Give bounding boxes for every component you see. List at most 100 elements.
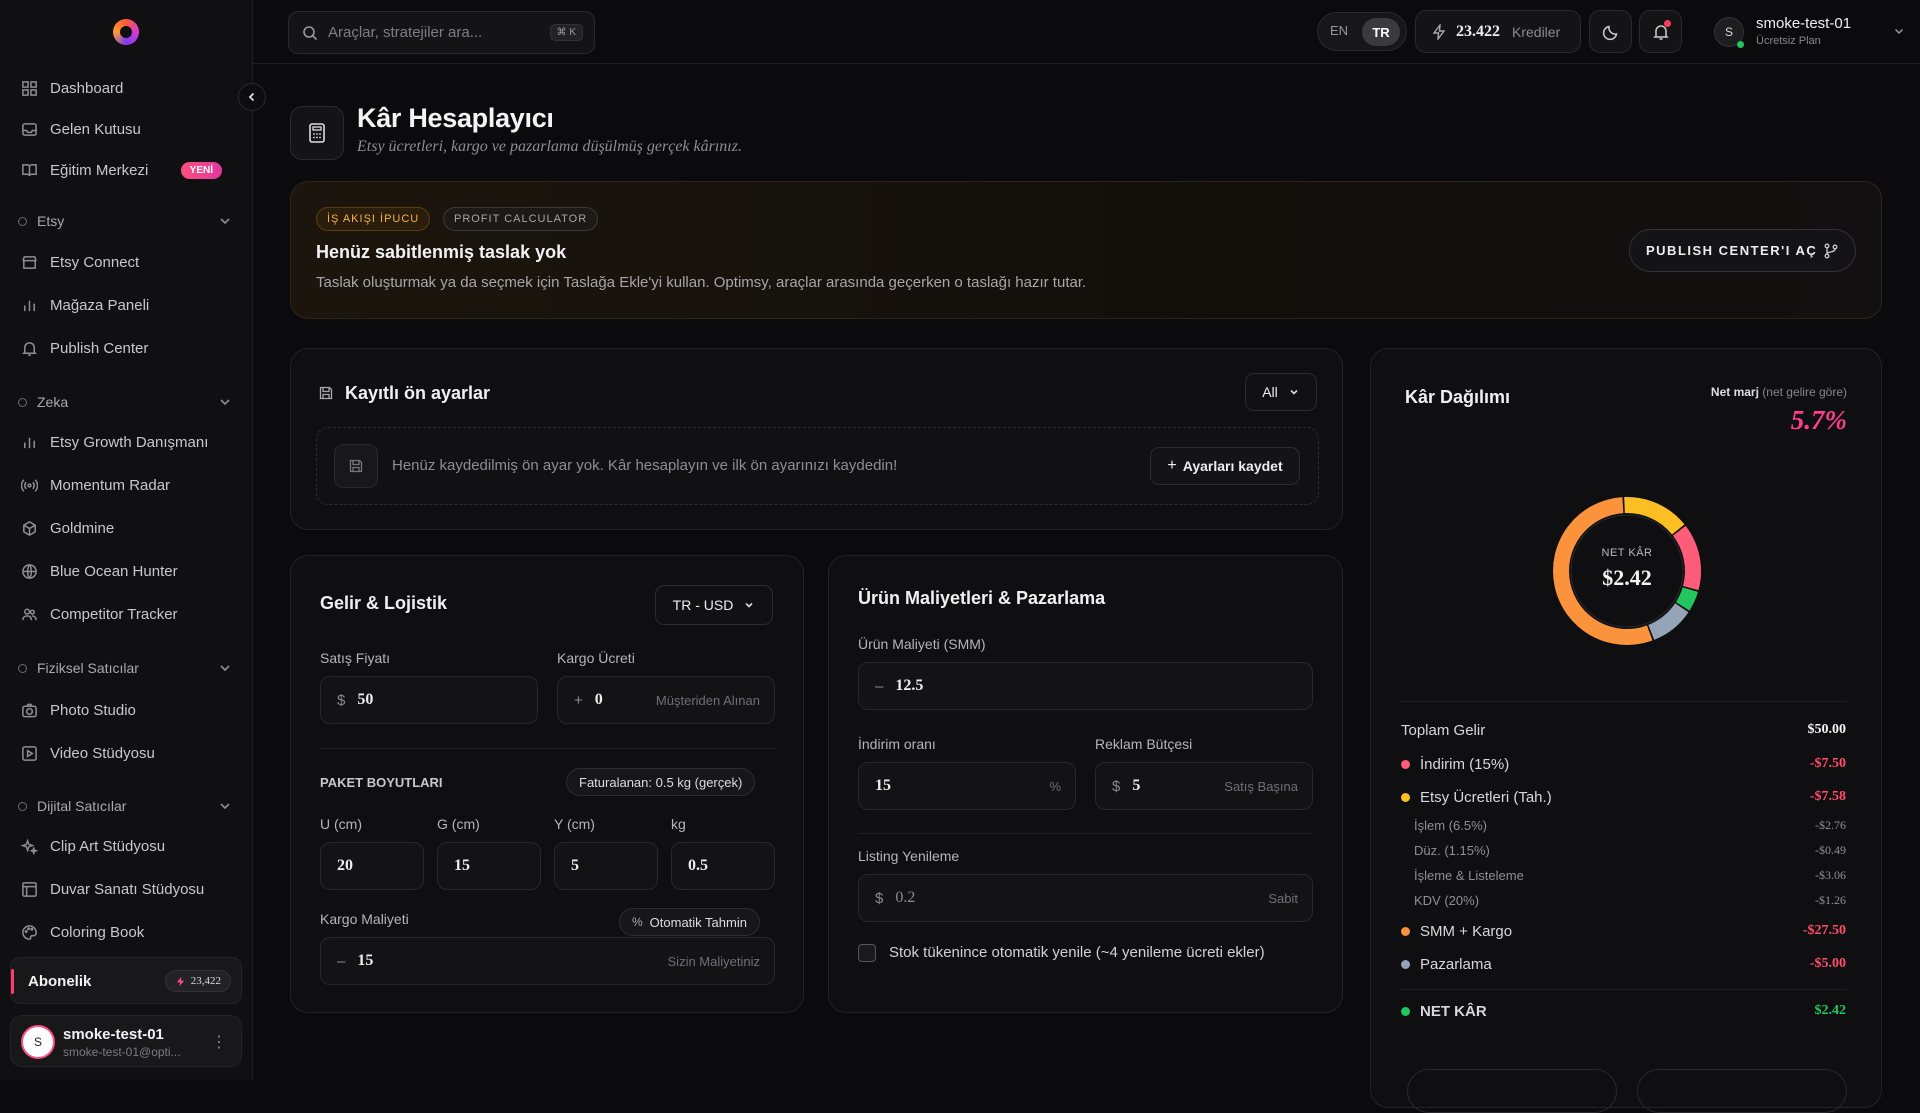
shipping-fee-input[interactable]: + 0 Müşteriden Alınan [557, 676, 775, 724]
region-select[interactable]: TR - USD [655, 585, 773, 625]
sidebar-item-label: Dashboard [50, 79, 124, 97]
action-button[interactable] [1407, 1069, 1617, 1113]
field-label: Kargo Ücreti [557, 650, 635, 666]
billed-weight-badge: Faturalanan: 0.5 kg (gerçek) [566, 768, 756, 796]
tool-tag: PROFIT CALCULATOR [443, 207, 599, 231]
user-menu[interactable]: S smoke-test-01 Ücretsiz Plan [1714, 10, 1914, 54]
chevron-down-icon [1894, 28, 1904, 35]
listing-renewal-input[interactable]: $ 0.2 Sabit [858, 874, 1313, 922]
lightning-icon [1432, 23, 1446, 40]
search-icon [303, 25, 318, 40]
divider [1401, 989, 1846, 990]
field-label: Listing Yenileme [858, 848, 960, 864]
sidebar-item-dashboard[interactable]: Dashboard [10, 71, 242, 105]
radar-icon [20, 476, 38, 494]
subrow-label: İşleme & Listeleme [1414, 868, 1524, 883]
bar-chart-icon [20, 433, 38, 451]
new-badge: YENİ [180, 161, 222, 179]
save-preset-button[interactable]: + Ayarları kaydet [1150, 447, 1300, 485]
length-input[interactable]: 20 [320, 842, 424, 890]
sidebar-item-coloring-book[interactable]: Coloring Book [10, 915, 242, 949]
sidebar-item-label: Etsy Growth Danışmanı [50, 433, 209, 451]
card-title: Ürün Maliyetleri & Pazarlama [858, 588, 1106, 608]
input-value: 5 [571, 857, 579, 874]
action-button[interactable] [1637, 1069, 1847, 1113]
sidebar-user-card[interactable]: S smoke-test-01 smoke-test-01@opti... ⋮ [10, 1015, 242, 1067]
sidebar-item-label: Duvar Sanatı Stüdyosu [50, 880, 205, 898]
lang-tr-option[interactable]: TR [1362, 18, 1400, 46]
inbox-icon [20, 120, 38, 138]
sale-price-input[interactable]: $ 50 [320, 676, 538, 724]
sidebar-item-store-panel[interactable]: Mağaza Paneli [10, 288, 242, 322]
search-input[interactable]: Araçlar, stratejiler ara... ⌘ K [288, 11, 595, 54]
legend-dot [1401, 759, 1410, 769]
input-suffix: % [1049, 778, 1061, 794]
sidebar-item-competitor-tracker[interactable]: Competitor Tracker [10, 597, 242, 631]
auto-estimate-button[interactable]: % Otomatik Tahmin [619, 908, 760, 936]
sidebar-item-etsy-connect[interactable]: Etsy Connect [10, 245, 242, 279]
section-dot-icon [18, 663, 27, 673]
section-physical-sellers[interactable]: Fiziksel Satıcılar [18, 656, 233, 680]
weight-input[interactable]: 0.5 [671, 842, 775, 890]
sidebar-item-wall-art-studio[interactable]: Duvar Sanatı Stüdyosu [10, 872, 242, 906]
preset-filter-select[interactable]: All [1245, 373, 1317, 411]
sidebar-item-label: Eğitim Merkezi [50, 161, 149, 179]
open-publish-center-button[interactable]: PUBLISH CENTER'I AÇ [1629, 229, 1856, 272]
sidebar-item-label: Video Stüdyosu [50, 744, 155, 762]
app-logo[interactable] [113, 19, 139, 45]
section-etsy[interactable]: Etsy [18, 209, 233, 233]
sidebar-item-label: Etsy Connect [50, 253, 140, 271]
ad-budget-input[interactable]: $ 5 Satış Başına [1095, 762, 1313, 810]
sidebar-item-label: Photo Studio [50, 701, 136, 719]
tip-title: Henüz sabitlenmiş taslak yok [316, 242, 567, 262]
bar-chart-icon [20, 296, 38, 314]
row-value: -$7.50 [1809, 756, 1846, 771]
section-digital-sellers[interactable]: Dijital Satıcılar [18, 794, 233, 818]
sidebar-item-photo-studio[interactable]: Photo Studio [10, 693, 242, 727]
section-label: Dijital Satıcılar [37, 798, 127, 814]
user-email: smoke-test-01@opti... [63, 1045, 181, 1059]
chevron-down-icon [220, 665, 230, 672]
credits-display[interactable]: 23.422 Krediler [1415, 10, 1581, 53]
sidebar-item-education[interactable]: Eğitim Merkezi YENİ [10, 153, 242, 187]
legend-dot [1401, 792, 1410, 802]
percent-icon: % [632, 915, 643, 929]
section-label: Fiziksel Satıcılar [37, 660, 139, 676]
row-label: Pazarlama [1420, 955, 1492, 973]
row-value: -$27.50 [1802, 923, 1846, 938]
sidebar-item-blue-ocean-hunter[interactable]: Blue Ocean Hunter [10, 554, 242, 588]
theme-toggle-button[interactable] [1589, 10, 1632, 53]
lang-en-option[interactable]: EN [1330, 23, 1348, 38]
width-input[interactable]: 15 [437, 842, 541, 890]
sidebar-item-momentum-radar[interactable]: Momentum Radar [10, 468, 242, 502]
subrow-label: İşlem (6.5%) [1414, 818, 1487, 833]
sidebar-item-video-studio[interactable]: Video Stüdyosu [10, 736, 242, 770]
divider [1401, 701, 1846, 702]
marketing-row: Pazarlama -$5.00 [1401, 953, 1846, 975]
plus-prefix: + [574, 691, 583, 709]
revenue-logistics-card: Gelir & Lojistik TR - USD Satış Fiyatı $… [290, 555, 804, 1013]
globe-icon [20, 562, 38, 580]
height-input[interactable]: 5 [554, 842, 658, 890]
sidebar-item-growth-advisor[interactable]: Etsy Growth Danışmanı [10, 425, 242, 459]
collapse-sidebar-button[interactable] [238, 83, 266, 111]
input-value: 20 [337, 857, 353, 874]
section-zeka[interactable]: Zeka [18, 390, 233, 414]
sidebar-item-clip-art-studio[interactable]: Clip Art Stüdyosu [10, 829, 242, 863]
more-options-icon[interactable]: ⋮ [211, 1032, 227, 1052]
sidebar-item-publish-center[interactable]: Publish Center [10, 331, 242, 365]
notifications-button[interactable] [1639, 10, 1682, 53]
cogs-input[interactable]: – 12.5 [858, 662, 1313, 710]
workflow-tip-card: İŞ AKIŞI İPUCU PROFIT CALCULATOR Henüz s… [290, 181, 1882, 319]
auto-renew-checkbox[interactable] [858, 944, 876, 962]
subscription-item[interactable]: Abonelik 23,422 [10, 957, 242, 1004]
field-label: İndirim oranı [858, 736, 936, 752]
discount-input[interactable]: 15 % [858, 762, 1076, 810]
fee-subrow: KDV (20%) -$1.26 [1414, 893, 1846, 911]
sidebar-item-inbox[interactable]: Gelen Kutusu [10, 112, 242, 146]
page-subtitle: Etsy ücretleri, kargo ve pazarlama düşül… [357, 138, 742, 155]
shipping-cost-input[interactable]: – 15 Sizin Maliyetiniz [320, 937, 775, 985]
input-value: 15 [357, 952, 374, 969]
sidebar-item-goldmine[interactable]: Goldmine [10, 511, 242, 545]
margin-label: Net marj [1710, 385, 1759, 399]
